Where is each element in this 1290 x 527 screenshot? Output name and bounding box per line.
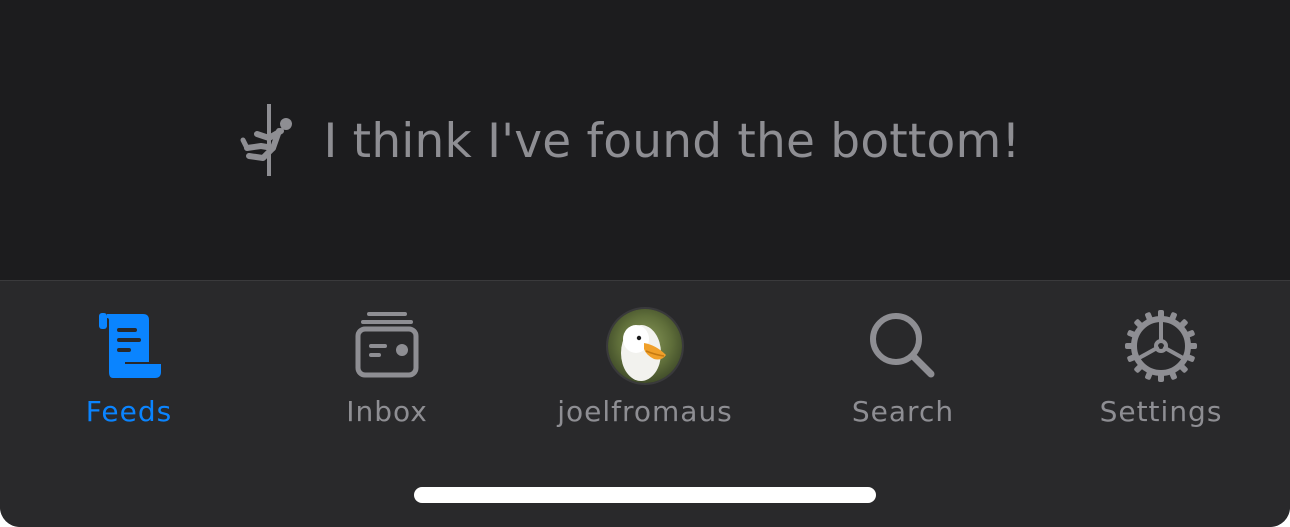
end-of-feed-text: I think I've found the bottom! <box>323 113 1021 169</box>
tab-label-search: Search <box>851 395 955 428</box>
profile-icon-wrap <box>605 306 685 386</box>
scroll-feed-icon <box>89 306 169 386</box>
tab-inbox[interactable]: Inbox <box>258 281 516 441</box>
tab-profile[interactable]: joelfromaus <box>516 281 774 441</box>
tab-label-profile: joelfromaus <box>557 395 733 428</box>
magnifier-icon <box>863 306 943 386</box>
tab-label-inbox: Inbox <box>346 395 428 428</box>
tab-label-feeds: Feeds <box>85 395 173 428</box>
tab-search[interactable]: Search <box>774 281 1032 441</box>
tab-feeds[interactable]: Feeds <box>0 281 258 441</box>
tab-settings[interactable]: Settings <box>1032 281 1290 441</box>
tab-label-settings: Settings <box>1099 395 1223 428</box>
pole-climber-icon <box>240 104 293 176</box>
end-of-feed-message: I think I've found the bottom! <box>0 0 1290 280</box>
home-indicator[interactable] <box>414 487 876 503</box>
avatar <box>608 309 682 383</box>
app-screen: I think I've found the bottom! Feeds Inb… <box>0 0 1290 527</box>
gear-icon <box>1121 306 1201 386</box>
inbox-stack-icon <box>347 306 427 386</box>
